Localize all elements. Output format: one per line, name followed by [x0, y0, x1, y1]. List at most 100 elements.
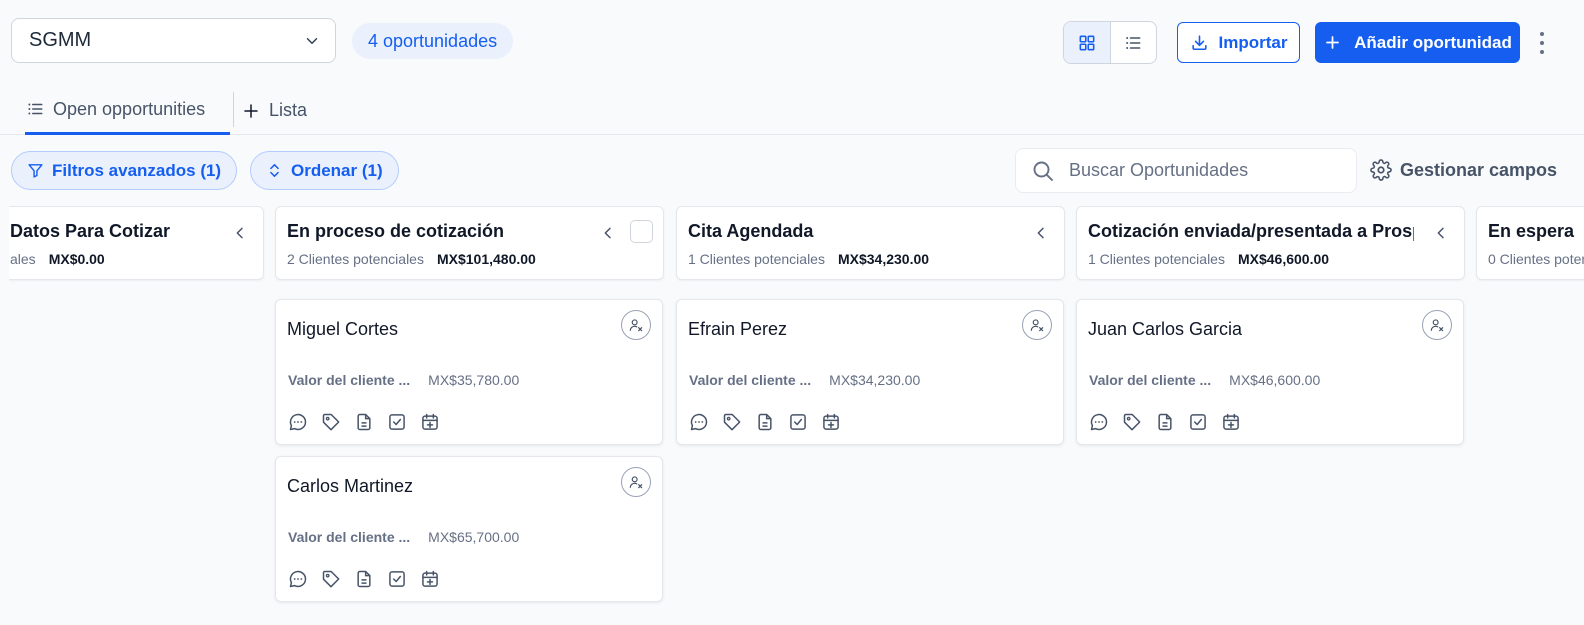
advanced-filters-button[interactable]: Filtros avanzados (1) [11, 151, 238, 190]
opportunity-card[interactable]: Miguel Cortes Valor del cliente ... MX$3… [275, 299, 663, 445]
card-actions [288, 569, 440, 589]
tag-icon[interactable] [321, 569, 341, 589]
collapse-stage-button[interactable] [597, 222, 619, 244]
card-actions [288, 412, 440, 432]
stage-header[interactable]: Cita Agendada 1 Clientes potenciales MX$… [676, 206, 1065, 280]
more-options-icon[interactable] [1534, 29, 1550, 57]
sort-icon [270, 164, 279, 177]
note-icon[interactable] [1155, 412, 1175, 432]
card-field-label: Valor del cliente ... [288, 529, 411, 545]
card-contact-name: Miguel Cortes [287, 319, 399, 339]
stage-amount: MX$101,480.00 [436, 251, 536, 267]
stage-title: Datos Para Cotizar [10, 221, 171, 241]
stage-meta: 1 Clientes potenciales MX$46,600.00 [1088, 251, 1329, 267]
manage-fields-button[interactable]: Gestionar campos [1370, 156, 1557, 184]
unassigned-user-icon [628, 317, 644, 333]
message-icon[interactable] [1089, 412, 1109, 432]
stage-select-checkbox[interactable] [630, 220, 653, 243]
manage-fields-label: Gestionar campos [1400, 159, 1558, 180]
chevron-left-icon [600, 225, 616, 241]
task-icon[interactable] [1188, 412, 1208, 432]
message-icon[interactable] [288, 412, 308, 432]
tag-icon[interactable] [321, 412, 341, 432]
card-field: Valor del cliente ... MX$46,600.00 [1089, 372, 1320, 388]
opportunity-card[interactable]: Carlos Martinez Valor del cliente ... MX… [275, 456, 663, 602]
card-field: Valor del cliente ... MX$34,230.00 [689, 372, 920, 388]
add-opportunity-label: Añadir oportunidad [1354, 32, 1512, 52]
card-field-label: Valor del cliente ... [1089, 372, 1212, 388]
chevron-left-icon [1033, 225, 1049, 241]
task-icon[interactable] [387, 569, 407, 589]
grid-icon [1079, 35, 1095, 50]
import-label: Importar [1218, 32, 1288, 52]
task-icon[interactable] [788, 412, 808, 432]
pipeline-select[interactable]: SGMM [11, 18, 336, 63]
collapse-stage-button[interactable] [1030, 222, 1052, 244]
card-field-value: MX$46,600.00 [1229, 372, 1321, 388]
stage-header[interactable]: En espera 0 Clientes potenciales [1476, 206, 1584, 280]
message-icon[interactable] [689, 412, 709, 432]
board-view-button[interactable] [1064, 22, 1111, 63]
assign-user-button[interactable] [621, 467, 651, 497]
plus-icon [1326, 36, 1340, 49]
card-field: Valor del cliente ... MX$65,700.00 [288, 529, 519, 545]
search-icon [1033, 161, 1053, 181]
download-icon [1191, 35, 1207, 51]
assign-user-button[interactable] [1422, 310, 1452, 340]
note-icon[interactable] [354, 412, 374, 432]
note-icon[interactable] [354, 569, 374, 589]
search-input[interactable] [1069, 160, 1329, 181]
list-icon [1126, 36, 1141, 49]
gear-icon [1370, 159, 1392, 181]
card-field-label: Valor del cliente ... [689, 372, 812, 388]
opportunity-card[interactable]: Juan Carlos Garcia Valor del cliente ...… [1076, 299, 1464, 445]
card-actions [1089, 412, 1241, 432]
chevron-down-icon [306, 37, 318, 44]
opportunity-card[interactable]: Efrain Perez Valor del cliente ... MX$34… [676, 299, 1064, 445]
stage-amount: MX$46,600.00 [1237, 251, 1330, 267]
stage-header[interactable]: Cotización enviada/presentada a Prospect… [1076, 206, 1465, 280]
calendar-add-icon[interactable] [821, 412, 841, 432]
stage-title: En proceso de cotización [287, 221, 505, 241]
tab-open-opportunities[interactable]: Open opportunities [25, 86, 230, 135]
stage-header[interactable]: Datos Para Cotizar ales MX$0.00 [9, 206, 264, 280]
tab-divider [233, 92, 234, 127]
card-actions [689, 412, 841, 432]
filter-icon [28, 164, 43, 178]
stage-count: 0 Clientes potenciales [1488, 251, 1584, 267]
unassigned-user-icon [1029, 317, 1045, 333]
view-tabs: Open opportunities Lista [0, 86, 1584, 135]
calendar-add-icon[interactable] [420, 412, 440, 432]
assign-user-button[interactable] [621, 310, 651, 340]
card-contact-name: Juan Carlos Garcia [1088, 319, 1243, 339]
sort-button[interactable]: Ordenar (1) [250, 151, 399, 190]
stage-title: Cotización enviada/presentada a Prospect… [1088, 221, 1414, 241]
import-button[interactable]: Importar [1177, 22, 1300, 63]
assign-user-button[interactable] [1022, 310, 1052, 340]
stage-meta: 0 Clientes potenciales [1488, 251, 1584, 267]
stage-header[interactable]: En proceso de cotización 2 Clientes pote… [275, 206, 664, 280]
stage-count: ales [10, 251, 36, 267]
tag-icon[interactable] [1122, 412, 1142, 432]
card-field-label: Valor del cliente ... [288, 372, 411, 388]
calendar-add-icon[interactable] [1221, 412, 1241, 432]
tab-label: Lista [269, 100, 308, 120]
search-box [1015, 148, 1357, 193]
collapse-stage-button[interactable] [229, 222, 251, 244]
stage-meta: 1 Clientes potenciales MX$34,230.00 [688, 251, 929, 267]
tag-icon[interactable] [722, 412, 742, 432]
message-icon[interactable] [288, 569, 308, 589]
card-field: Valor del cliente ... MX$35,780.00 [288, 372, 519, 388]
sort-label: Ordenar (1) [291, 160, 383, 180]
pipeline-board: Datos Para Cotizar ales MX$0.00 En proce… [9, 206, 1584, 625]
unassigned-user-icon [1429, 317, 1445, 333]
add-opportunity-button[interactable]: Añadir oportunidad [1315, 22, 1520, 63]
note-icon[interactable] [755, 412, 775, 432]
calendar-add-icon[interactable] [420, 569, 440, 589]
card-field-value: MX$35,780.00 [428, 372, 520, 388]
list-view-button[interactable] [1111, 22, 1157, 63]
stage-meta: ales MX$0.00 [10, 251, 105, 267]
collapse-stage-button[interactable] [1430, 222, 1452, 244]
task-icon[interactable] [387, 412, 407, 432]
tab-add-list[interactable]: Lista [242, 86, 307, 135]
